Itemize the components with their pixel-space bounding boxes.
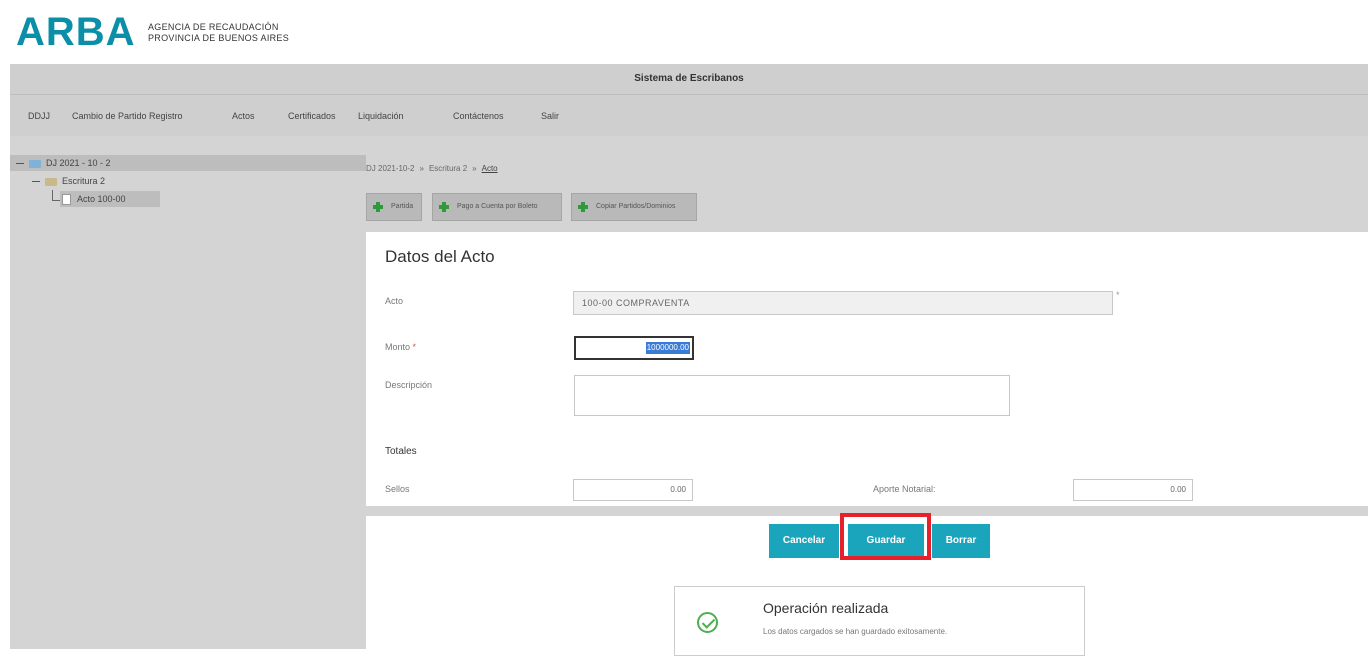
- totales-heading: Totales: [385, 446, 417, 457]
- menu-item-liquidacion[interactable]: Liquidación: [358, 95, 404, 137]
- breadcrumb-separator: »: [472, 164, 477, 173]
- tree-expander-icon[interactable]: [16, 163, 24, 165]
- form-actions: Cancelar Guardar Borrar Operación realiz…: [392, 513, 1368, 656]
- borrar-button[interactable]: Borrar: [932, 524, 990, 558]
- descripcion-label: Descripción: [385, 380, 433, 390]
- sellos-label: Sellos: [385, 484, 410, 494]
- acto-field[interactable]: 100-00 COMPRAVENTA: [573, 291, 1113, 315]
- app-title: Sistema de Escribanos: [10, 64, 1368, 94]
- main-menu: DDJJ Cambio de Partido Registro Actos Ce…: [10, 94, 1368, 136]
- aporte-notarial-field[interactable]: 0.00: [1073, 479, 1193, 501]
- breadcrumb-item-escritura[interactable]: Escritura 2: [429, 164, 467, 173]
- tree-panel: DJ 2021 - 10 - 2 Escritura 2 Acto 100-00: [10, 136, 366, 649]
- cancelar-button[interactable]: Cancelar: [769, 524, 839, 558]
- monto-label: Monto *: [385, 342, 416, 352]
- plus-icon: [373, 202, 383, 212]
- menu-item-cambio-partido[interactable]: Cambio de Partido Registro: [72, 95, 183, 137]
- logo-subtitle: AGENCIA DE RECAUDACIÓN PROVINCIA DE BUEN…: [148, 22, 289, 44]
- menu-item-actos[interactable]: Actos: [232, 95, 255, 137]
- logo-subtitle-line2: PROVINCIA DE BUENOS AIRES: [148, 33, 290, 43]
- tree-node-dj[interactable]: DJ 2021 - 10 - 2: [10, 155, 366, 171]
- logo-bar: ARBA AGENCIA DE RECAUDACIÓN PROVINCIA DE…: [0, 0, 1368, 64]
- menu-item-contactenos[interactable]: Contáctenos: [453, 95, 504, 137]
- tree-connector: [52, 200, 60, 201]
- document-icon: [62, 194, 71, 206]
- tree-node-escritura[interactable]: Escritura 2: [32, 173, 105, 189]
- acto-label: Acto: [385, 296, 404, 306]
- breadcrumb-separator: »: [419, 164, 424, 173]
- acto-form: Datos del Acto Acto 100-00 COMPRAVENTA *…: [366, 232, 1368, 506]
- monto-input[interactable]: 1000000.00: [574, 336, 694, 360]
- breadcrumb-item-dj[interactable]: DJ 2021-10-2: [366, 164, 414, 173]
- copiar-partidos-button[interactable]: Copiar Partidos/Dominios: [571, 193, 697, 221]
- folder-icon: [44, 177, 57, 186]
- monto-label-text: Monto: [385, 342, 411, 352]
- aporte-notarial-label: Aporte Notarial:: [873, 484, 936, 494]
- pago-cuenta-button[interactable]: Pago a Cuenta por Boleto: [432, 193, 562, 221]
- tree-label-escritura: Escritura 2: [62, 176, 106, 186]
- descripcion-textarea[interactable]: [574, 375, 1010, 416]
- tree-node-acto[interactable]: Acto 100-00: [60, 191, 160, 207]
- menu-item-certificados[interactable]: Certificados: [288, 95, 336, 137]
- menu-item-ddjj[interactable]: DDJJ: [28, 95, 50, 137]
- tree-label-acto: Acto 100-00: [77, 194, 126, 204]
- toast-message: Los datos cargados se han guardado exito…: [763, 627, 948, 636]
- form-title: Datos del Acto: [385, 247, 495, 266]
- required-mark: *: [412, 342, 417, 352]
- arba-logo: ARBA: [16, 10, 136, 54]
- toast-title: Operación realizada: [763, 600, 889, 616]
- plus-icon: [578, 202, 588, 212]
- success-toast: Operación realizada Los datos cargados s…: [674, 586, 1085, 656]
- guardar-button[interactable]: Guardar: [848, 524, 924, 558]
- partida-button[interactable]: Partida: [366, 193, 422, 221]
- sellos-field[interactable]: 0.00: [573, 479, 693, 501]
- content-header: DJ 2021-10-2 » Escritura 2 » Acto Partida Pa…: [366, 136, 1368, 232]
- folder-open-icon: [28, 159, 41, 168]
- tree-label-dj: DJ 2021 - 10 - 2: [46, 158, 111, 168]
- divider: [366, 506, 1368, 516]
- breadcrumb: DJ 2021-10-2 » Escritura 2 » Acto: [366, 164, 498, 173]
- plus-icon: [439, 202, 449, 212]
- acto-marker: *: [1116, 290, 1120, 300]
- logo-subtitle-line1: AGENCIA DE RECAUDACIÓN: [148, 22, 279, 32]
- tree-connector: [52, 190, 53, 200]
- menu-item-salir[interactable]: Salir: [541, 95, 559, 137]
- copiar-partidos-button-label: Copiar Partidos/Dominios: [596, 203, 676, 210]
- monto-value: 1000000.00: [645, 342, 690, 354]
- tree-expander-icon[interactable]: [32, 181, 40, 183]
- check-circle-icon: [697, 612, 718, 633]
- partida-button-label: Partida: [391, 203, 414, 210]
- pago-cuenta-button-label: Pago a Cuenta por Boleto: [457, 203, 538, 210]
- breadcrumb-item-acto[interactable]: Acto: [482, 164, 498, 173]
